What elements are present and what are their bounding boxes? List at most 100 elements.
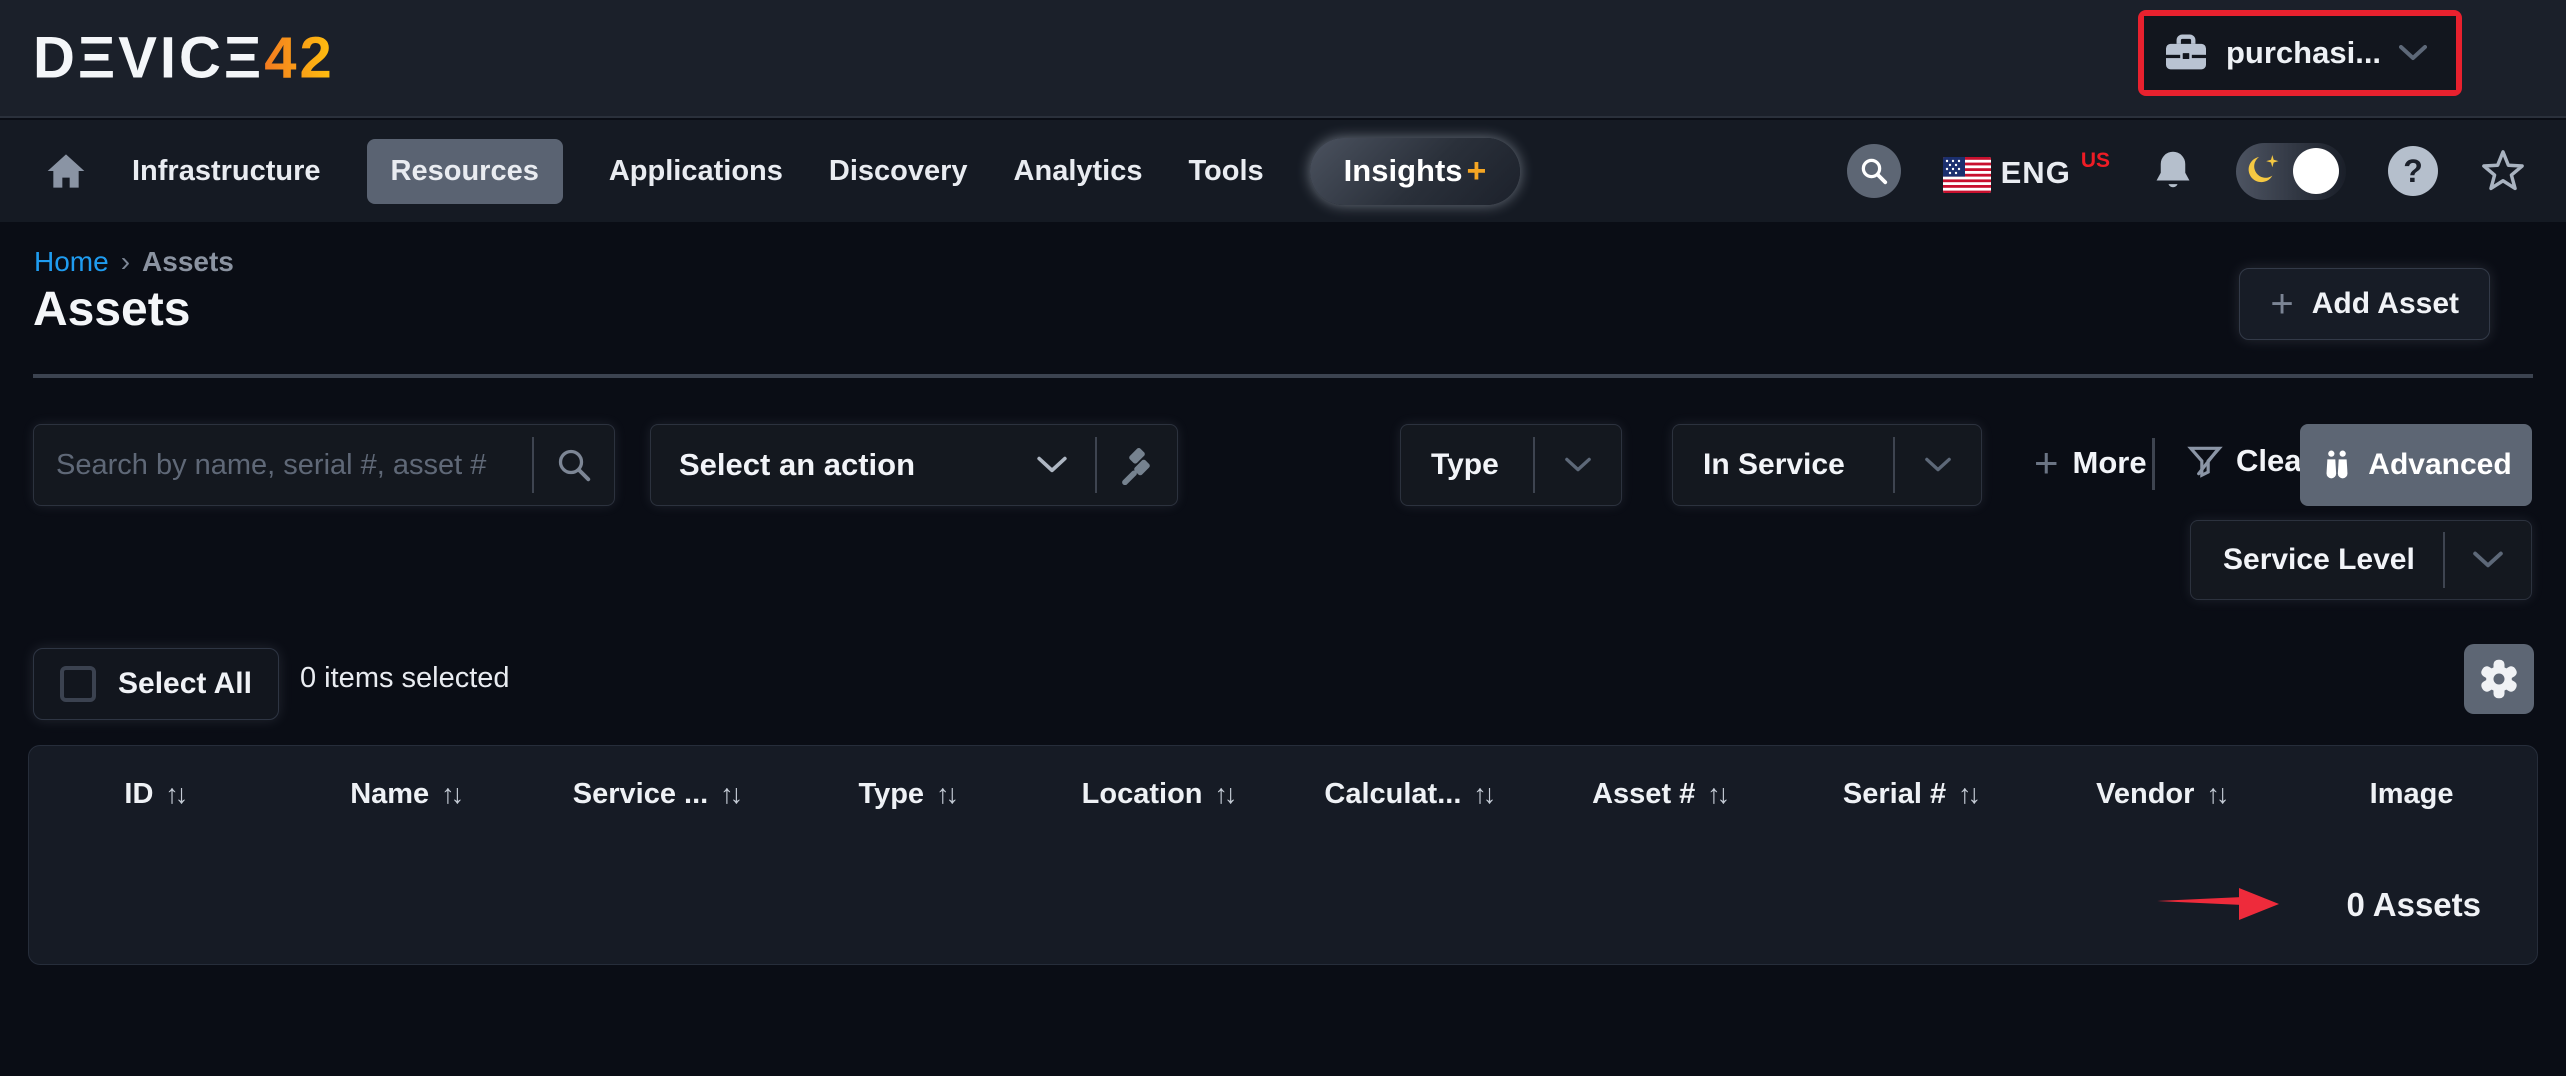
column-label: Service ... xyxy=(573,778,708,811)
notifications-bell-icon[interactable] xyxy=(2152,148,2194,194)
clear-filter-funnel-icon xyxy=(2186,442,2224,480)
column-label: Asset # xyxy=(1592,778,1695,811)
plus-icon: + xyxy=(2034,442,2059,484)
select-all-button[interactable]: Select All xyxy=(33,648,279,720)
binoculars-icon xyxy=(2320,448,2354,482)
annotation-arrow xyxy=(2157,884,2287,924)
logo-accent: 42 xyxy=(264,25,335,92)
nav-right-group: ENG US ? xyxy=(1847,143,2526,200)
dark-mode-toggle[interactable] xyxy=(2236,143,2346,200)
asset-search-box xyxy=(33,424,615,506)
search-submit-icon[interactable] xyxy=(534,447,614,483)
column-header-serial-number[interactable]: Serial # ↑↓ xyxy=(1785,778,2036,811)
sort-icon[interactable]: ↑↓ xyxy=(1958,779,1977,810)
column-label: Image xyxy=(2370,778,2454,811)
account-menu-button[interactable]: purchasi... xyxy=(2144,16,2456,90)
column-label: Calculat... xyxy=(1324,778,1461,811)
table-settings-button[interactable] xyxy=(2464,644,2534,714)
more-filters-label: More xyxy=(2073,445,2147,481)
type-filter-value: Type xyxy=(1431,448,1533,482)
select-all-checkbox[interactable] xyxy=(60,666,96,702)
advanced-search-button[interactable]: Advanced xyxy=(2300,424,2532,506)
column-header-image: Image xyxy=(2286,778,2537,811)
moon-icon xyxy=(2243,151,2283,191)
column-header-location[interactable]: Location ↑↓ xyxy=(1032,778,1283,811)
items-selected-status: 0 items selected xyxy=(300,662,510,695)
home-icon[interactable] xyxy=(46,152,86,190)
main-navbar: Infrastructure Resources Applications Di… xyxy=(0,120,2566,222)
nav-left-group: Infrastructure Resources Applications Di… xyxy=(46,138,1520,205)
service-level-dropdown[interactable]: Service Level xyxy=(2190,520,2532,600)
clear-filters-button[interactable]: Clear xyxy=(2186,442,2314,480)
topbar: DΞVICΞ42 purchasi... xyxy=(0,0,2566,118)
service-level-value: Service Level xyxy=(2223,543,2443,577)
sort-icon[interactable]: ↑↓ xyxy=(1215,779,1234,810)
service-status-value: In Service xyxy=(1703,448,1893,482)
add-asset-button[interactable]: + Add Asset xyxy=(2239,268,2490,340)
column-label: Serial # xyxy=(1843,778,1946,811)
search-icon[interactable] xyxy=(1847,144,1901,198)
device42-logo: DΞVICΞ42 xyxy=(33,25,335,92)
briefcase-icon xyxy=(2164,33,2208,73)
column-header-name[interactable]: Name ↑↓ xyxy=(280,778,531,811)
sort-icon[interactable]: ↑↓ xyxy=(2206,779,2225,810)
breadcrumb-home-link[interactable]: Home xyxy=(34,246,109,278)
toggle-knob xyxy=(2293,148,2339,194)
run-action-gavel-icon[interactable] xyxy=(1097,445,1177,485)
sort-icon[interactable]: ↑↓ xyxy=(441,779,460,810)
logo-text: DΞVICΞ xyxy=(33,25,264,92)
breadcrumb-current: Assets xyxy=(142,246,234,278)
us-flag-icon xyxy=(1943,157,1991,193)
nav-item-analytics[interactable]: Analytics xyxy=(1014,155,1143,188)
chevron-down-icon xyxy=(1535,457,1621,473)
column-header-service[interactable]: Service ... ↑↓ xyxy=(531,778,782,811)
nav-item-applications[interactable]: Applications xyxy=(609,155,783,188)
nav-item-discovery[interactable]: Discovery xyxy=(829,155,968,188)
column-label: Vendor xyxy=(2096,778,2194,811)
type-filter-dropdown[interactable]: Type xyxy=(1400,424,1622,506)
table-header-row: ID ↑↓ Name ↑↓ Service ... ↑↓ Type ↑↓ Loc… xyxy=(29,746,2537,842)
nav-item-resources[interactable]: Resources xyxy=(367,139,563,204)
language-selector[interactable]: ENG US xyxy=(1943,149,2110,193)
breadcrumb-separator: › xyxy=(121,246,130,278)
column-header-id[interactable]: ID ↑↓ xyxy=(29,778,280,811)
assets-table: ID ↑↓ Name ↑↓ Service ... ↑↓ Type ↑↓ Loc… xyxy=(28,745,2538,965)
language-code: ENG xyxy=(2001,155,2071,191)
column-label: Type xyxy=(859,778,925,811)
column-header-calculated[interactable]: Calculat... ↑↓ xyxy=(1283,778,1534,811)
breadcrumb: Home › Assets xyxy=(34,246,234,278)
nav-item-infrastructure[interactable]: Infrastructure xyxy=(132,155,321,188)
sort-icon[interactable]: ↑↓ xyxy=(165,779,184,810)
sort-icon[interactable]: ↑↓ xyxy=(1473,779,1492,810)
insights-plus-sign: + xyxy=(1467,152,1487,191)
nav-item-tools[interactable]: Tools xyxy=(1188,155,1263,188)
column-label: ID xyxy=(124,778,153,811)
service-status-filter-dropdown[interactable]: In Service xyxy=(1672,424,1982,506)
chevron-down-icon xyxy=(2445,551,2531,569)
section-divider xyxy=(33,374,2533,378)
add-asset-label: Add Asset xyxy=(2312,287,2459,321)
language-region: US xyxy=(2081,149,2110,173)
column-header-type[interactable]: Type ↑↓ xyxy=(781,778,1032,811)
sort-icon[interactable]: ↑↓ xyxy=(720,779,739,810)
action-select-dropdown[interactable]: Select an action xyxy=(650,424,1178,506)
more-filters-button[interactable]: + More xyxy=(2034,442,2147,484)
nav-item-insights-plus[interactable]: Insights+ xyxy=(1310,138,1521,205)
action-select-value: Select an action xyxy=(679,447,1009,483)
sort-icon[interactable]: ↑↓ xyxy=(936,779,955,810)
favorites-star-icon[interactable] xyxy=(2480,149,2526,193)
sort-icon[interactable]: ↑↓ xyxy=(1707,779,1726,810)
annotation-highlight-box: purchasi... xyxy=(2138,10,2462,96)
account-name: purchasi... xyxy=(2226,35,2381,71)
help-icon[interactable]: ? xyxy=(2388,146,2438,196)
chevron-down-icon xyxy=(2399,45,2427,61)
advanced-search-label: Advanced xyxy=(2368,448,2511,482)
column-label: Location xyxy=(1082,778,1203,811)
filter-divider xyxy=(2152,438,2155,490)
insights-label: Insights xyxy=(1344,153,1463,189)
column-header-vendor[interactable]: Vendor ↑↓ xyxy=(2035,778,2286,811)
search-input[interactable] xyxy=(56,449,532,482)
gear-icon xyxy=(2477,657,2521,701)
column-header-asset-number[interactable]: Asset # ↑↓ xyxy=(1534,778,1785,811)
select-all-label: Select All xyxy=(118,667,252,701)
